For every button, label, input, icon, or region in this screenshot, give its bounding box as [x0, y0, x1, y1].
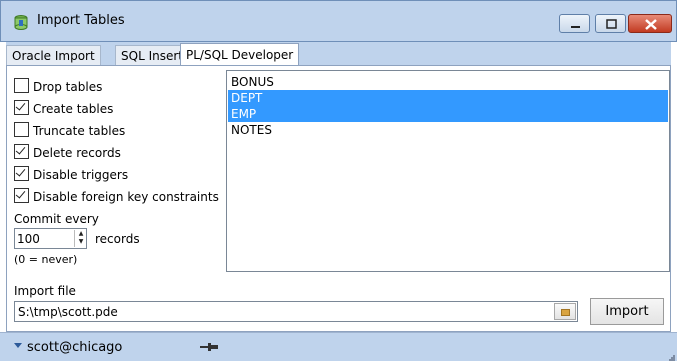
- window-title: Import Tables: [37, 13, 125, 28]
- folder-icon: [561, 309, 570, 316]
- spinner-buttons[interactable]: ▲ ▼: [74, 230, 86, 247]
- dropdown-arrow-icon[interactable]: [14, 343, 22, 348]
- close-icon: [645, 19, 657, 30]
- records-label: records: [95, 232, 140, 246]
- import-file-input[interactable]: [18, 304, 538, 319]
- list-item[interactable]: DEPT: [228, 90, 668, 106]
- spin-down-icon[interactable]: ▼: [75, 238, 87, 246]
- create-tables-checkbox[interactable]: Create tables: [14, 100, 113, 120]
- close-button[interactable]: [628, 14, 672, 33]
- commit-note: (0 = never): [14, 253, 78, 266]
- tab-strip: Oracle Import SQL Inserts PL/SQL Develop…: [6, 42, 671, 67]
- import-file-field[interactable]: [14, 301, 578, 322]
- checkbox-label: Create tables: [33, 102, 114, 116]
- import-file-label: Import file: [14, 284, 76, 298]
- resize-grip-icon[interactable]: [669, 355, 675, 361]
- maximize-button[interactable]: [595, 14, 626, 33]
- drop-tables-checkbox[interactable]: Drop tables: [14, 78, 102, 98]
- app-icon: [14, 15, 28, 30]
- checkbox-label: Truncate tables: [33, 124, 126, 138]
- import-button[interactable]: Import: [590, 298, 664, 325]
- checkbox-label: Disable triggers: [33, 168, 129, 182]
- checkbox-box[interactable]: [14, 166, 29, 181]
- table-list[interactable]: BONUS DEPT EMP NOTES: [226, 70, 670, 272]
- browse-button[interactable]: [554, 303, 576, 320]
- list-item[interactable]: EMP: [228, 106, 668, 122]
- delete-records-checkbox[interactable]: Delete records: [14, 144, 121, 164]
- commit-every-label: Commit every: [14, 212, 99, 226]
- disable-fk-constraints-checkbox[interactable]: Disable foreign key constraints: [14, 188, 219, 208]
- connection-label[interactable]: scott@chicago: [27, 340, 122, 355]
- checkbox-box[interactable]: [14, 188, 29, 203]
- status-bar: scott@chicago: [0, 332, 677, 361]
- tab-plsql-developer[interactable]: PL/SQL Developer: [180, 43, 300, 67]
- maximize-icon: [606, 19, 617, 29]
- disable-triggers-checkbox[interactable]: Disable triggers: [14, 166, 128, 186]
- tab-oracle-import[interactable]: Oracle Import: [6, 45, 101, 66]
- pin-icon[interactable]: [200, 342, 220, 352]
- checkbox-box[interactable]: [14, 122, 29, 137]
- checkbox-label: Disable foreign key constraints: [33, 190, 219, 204]
- title-bar[interactable]: Import Tables: [0, 0, 677, 42]
- checkbox-box[interactable]: [14, 78, 29, 93]
- minimize-icon: [571, 26, 580, 28]
- commit-input[interactable]: [17, 231, 67, 246]
- commit-spinner[interactable]: ▲ ▼: [14, 228, 87, 249]
- minimize-button[interactable]: [559, 14, 590, 33]
- spin-up-icon[interactable]: ▲: [75, 230, 87, 238]
- truncate-tables-checkbox[interactable]: Truncate tables: [14, 122, 125, 142]
- list-item[interactable]: NOTES: [228, 122, 668, 138]
- checkbox-label: Delete records: [33, 146, 121, 160]
- checkbox-box[interactable]: [14, 144, 29, 159]
- list-item[interactable]: BONUS: [228, 74, 668, 90]
- checkbox-box[interactable]: [14, 100, 29, 115]
- checkbox-label: Drop tables: [33, 80, 103, 94]
